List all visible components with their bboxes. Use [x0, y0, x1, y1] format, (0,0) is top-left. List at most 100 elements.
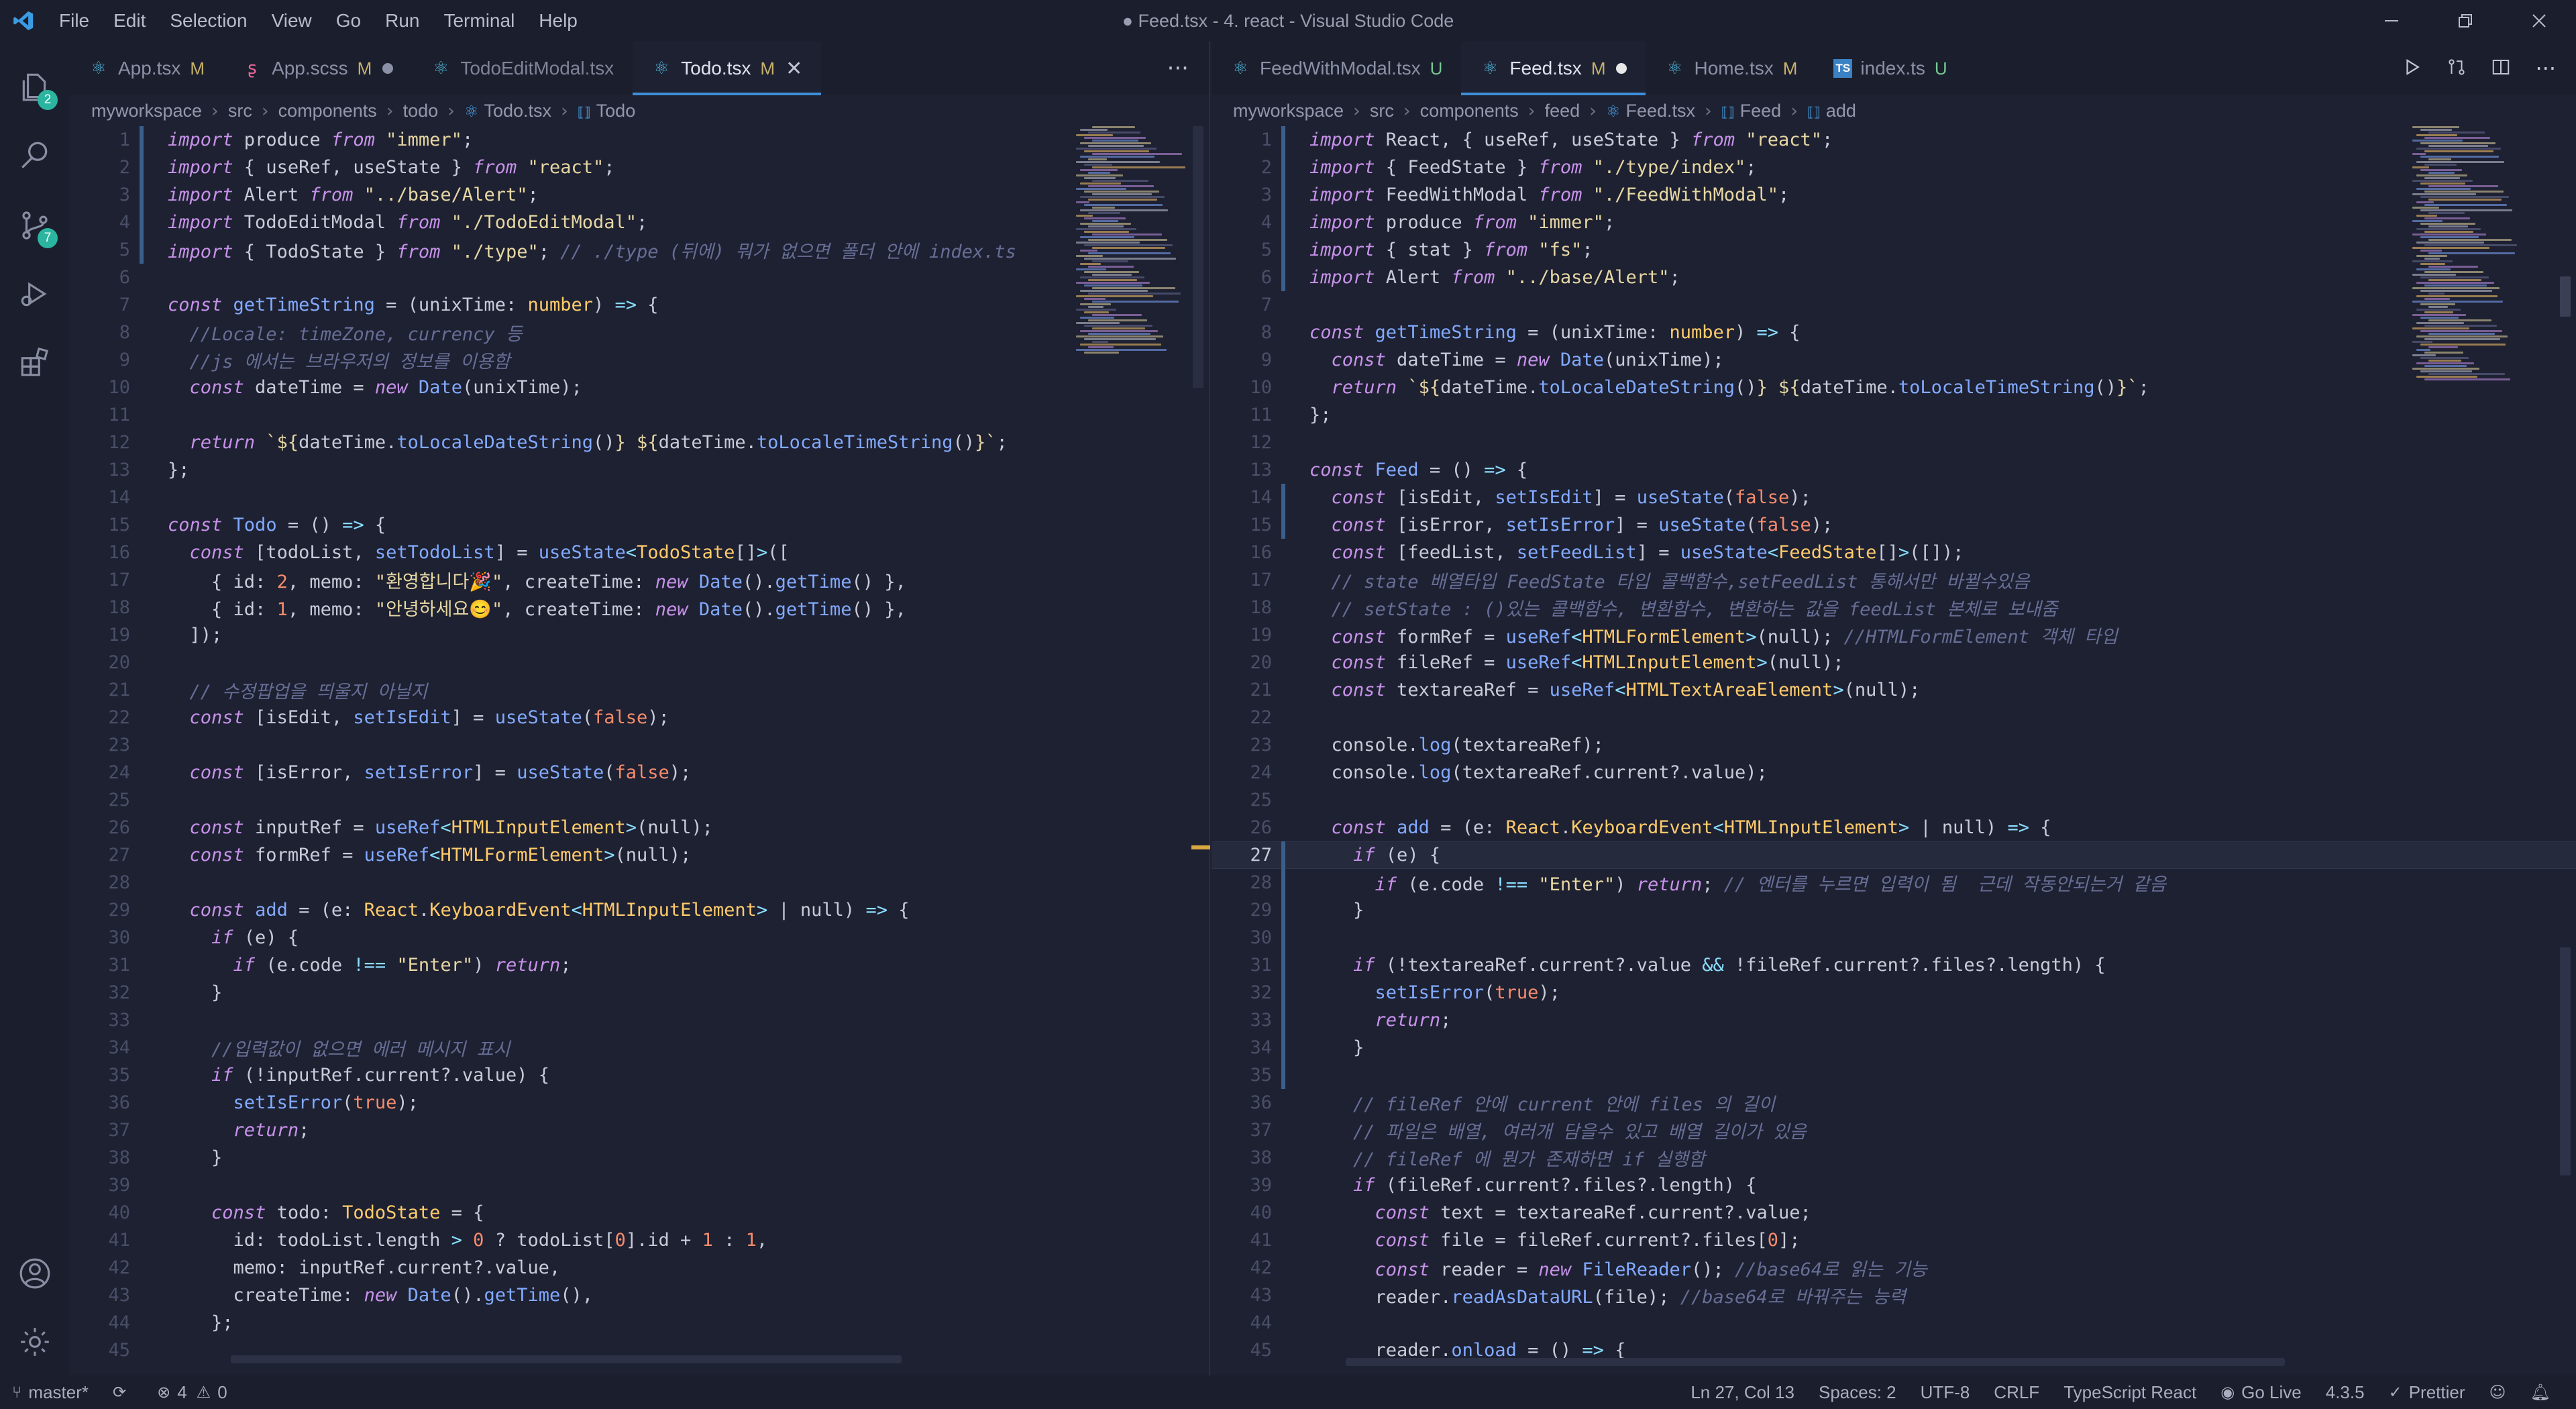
minimap-line: [1088, 293, 1181, 295]
feedback-icon[interactable]: ☺: [2477, 1383, 2518, 1402]
run-icon[interactable]: [2402, 57, 2422, 81]
explorer-icon[interactable]: 2: [0, 55, 70, 119]
line-number: 33: [1250, 1010, 1272, 1031]
notifications-bell-icon[interactable]: 🔔︎: [2518, 1383, 2563, 1402]
code-token: ] =: [473, 762, 517, 783]
breadcrumb-item[interactable]: todo: [403, 101, 439, 121]
code-token: {: [2029, 817, 2051, 838]
code-token: "안녕하세요😊": [374, 599, 503, 620]
code-token: >: [625, 817, 637, 838]
minimap-line: [2412, 327, 2469, 329]
minimap-line: [2420, 236, 2479, 238]
tab-todo-tsx[interactable]: ⚛ Todo.tsx M ✕: [633, 42, 822, 95]
horizontal-scrollbar-right[interactable]: [1346, 1358, 2285, 1366]
minimap-right[interactable]: [2412, 126, 2526, 1355]
tab-todoeditmodal-tsx[interactable]: ⚛ TodoEditModal.tsx: [412, 42, 633, 95]
settings-gear-icon[interactable]: [0, 1310, 70, 1374]
breadcrumb-item[interactable]: components: [278, 101, 377, 121]
restore-icon[interactable]: [2428, 0, 2502, 42]
code-token: useState: [517, 762, 604, 783]
code-line: 42 memo: inputRef.current?.value,: [70, 1254, 1209, 1282]
breadcrumb-item[interactable]: src: [1370, 101, 1394, 121]
code-line: 35: [1212, 1061, 2576, 1089]
unsaved-dot-icon[interactable]: [1616, 63, 1627, 74]
prettier-button[interactable]: ✓ Prettier: [2377, 1382, 2477, 1403]
sync-button[interactable]: ⟳: [101, 1383, 145, 1402]
breadcrumb-item[interactable]: ⟦⟧ Todo: [578, 101, 635, 121]
breadcrumb-item[interactable]: src: [228, 101, 252, 121]
code-editor-left[interactable]: 1 import produce from "immer"; 2 import { u…: [70, 126, 1209, 1375]
run-debug-icon[interactable]: [0, 262, 70, 326]
encoding[interactable]: UTF-8: [1909, 1382, 1982, 1403]
code-line: 4 import produce from "immer";: [1212, 209, 2576, 236]
close-window-icon[interactable]: [2502, 0, 2576, 42]
minimap-line: [2428, 252, 2515, 254]
tab-app-scss[interactable]: ʂ App.scss M: [223, 42, 412, 95]
code-text: if (e) {: [1272, 845, 1440, 866]
minimap-line: [1080, 209, 1168, 211]
breadcrumb-item[interactable]: feed: [1545, 101, 1580, 121]
minimap-left[interactable]: [1076, 126, 1190, 1355]
breadcrumb-item[interactable]: myworkspace: [91, 101, 202, 121]
menu-item-selection[interactable]: Selection: [158, 0, 259, 42]
minimap-line: [1084, 352, 1119, 354]
code-token: memo: inputRef.current?.value,: [168, 1257, 561, 1278]
code-token: !==: [353, 955, 386, 976]
tab-app-tsx[interactable]: ⚛ App.tsx M: [70, 42, 223, 95]
language-mode[interactable]: TypeScript React: [2051, 1382, 2208, 1403]
extensions-icon[interactable]: [0, 330, 70, 395]
search-icon[interactable]: [0, 123, 70, 188]
breadcrumb-item[interactable]: myworkspace: [1233, 101, 1344, 121]
vertical-scrollbar-thumb-right[interactable]: [2560, 947, 2571, 1176]
menu-item-file[interactable]: File: [47, 0, 101, 42]
code-token: return: [494, 955, 561, 976]
indentation[interactable]: Spaces: 2: [1807, 1382, 1909, 1403]
breadcrumb-item[interactable]: ⟦⟧ Feed: [1721, 101, 1781, 121]
code-token: [todoList,: [244, 542, 375, 563]
accounts-icon[interactable]: [0, 1241, 70, 1306]
more-actions-icon[interactable]: ···: [1147, 42, 1209, 95]
vertical-scrollbar-right[interactable]: [2560, 276, 2571, 317]
minimap-line: [2416, 376, 2477, 378]
code-line: 38 // fileRef 에 뭔가 존재하면 if 실행함: [1212, 1144, 2576, 1171]
code-line: 27 const formRef = useRef<HTMLFormElemen…: [70, 841, 1209, 869]
breadcrumb-item[interactable]: ⚛ Feed.tsx: [1606, 101, 1695, 121]
menu-item-help[interactable]: Help: [527, 0, 590, 42]
menu-item-run[interactable]: Run: [373, 0, 431, 42]
typescript-version[interactable]: 4.3.5: [2314, 1382, 2377, 1403]
problems-indicator[interactable]: ⊗ 4 ⚠ 0: [145, 1382, 239, 1403]
tab-home-tsx[interactable]: ⚛ Home.tsx M: [1646, 42, 1816, 95]
more-actions-icon[interactable]: ···: [2535, 56, 2556, 81]
code-token: log: [1418, 762, 1452, 783]
code-text: import produce from "immer";: [130, 129, 473, 150]
go-live-button[interactable]: ◉ Go Live: [2208, 1382, 2314, 1403]
tab-feed-tsx[interactable]: ⚛ Feed.tsx M: [1461, 42, 1646, 95]
tab-index-ts[interactable]: TS index.ts U: [1816, 42, 1966, 95]
breadcrumb-item[interactable]: components: [1420, 101, 1519, 121]
horizontal-scrollbar-left[interactable]: [231, 1355, 902, 1363]
tab-git-status: U: [1934, 58, 1947, 79]
vertical-scrollbar-left[interactable]: [1193, 126, 1203, 388]
menu-item-view[interactable]: View: [260, 0, 324, 42]
open-changes-icon[interactable]: [2447, 57, 2467, 81]
code-editor-right[interactable]: 1 import React, { useRef, useState } from…: [1212, 126, 2576, 1375]
code-token: (: [604, 762, 615, 783]
split-editor-icon[interactable]: [2491, 57, 2511, 81]
line-number: 17: [108, 570, 130, 590]
tab-feedwithmodal-tsx[interactable]: ⚛ FeedWithModal.tsx U: [1212, 42, 1461, 95]
menu-item-edit[interactable]: Edit: [101, 0, 158, 42]
menu-item-terminal[interactable]: Terminal: [431, 0, 527, 42]
minimap-line: [2424, 365, 2467, 367]
code-token: ;: [538, 242, 561, 262]
branch-indicator[interactable]: ⑂ master*: [0, 1382, 101, 1403]
minimize-icon[interactable]: [2355, 0, 2428, 42]
end-of-line[interactable]: CRLF: [1982, 1382, 2051, 1403]
breadcrumb-item[interactable]: ⟦⟧ add: [1807, 101, 1856, 121]
code-token: };: [1309, 405, 1332, 425]
menu-item-go[interactable]: Go: [324, 0, 373, 42]
source-control-icon[interactable]: 7: [0, 193, 70, 258]
close-icon[interactable]: ✕: [786, 57, 802, 81]
breadcrumb-item[interactable]: ⚛ Todo.tsx: [464, 101, 551, 121]
minimap-line: [1092, 166, 1185, 168]
cursor-position[interactable]: Ln 27, Col 13: [1678, 1382, 1807, 1403]
